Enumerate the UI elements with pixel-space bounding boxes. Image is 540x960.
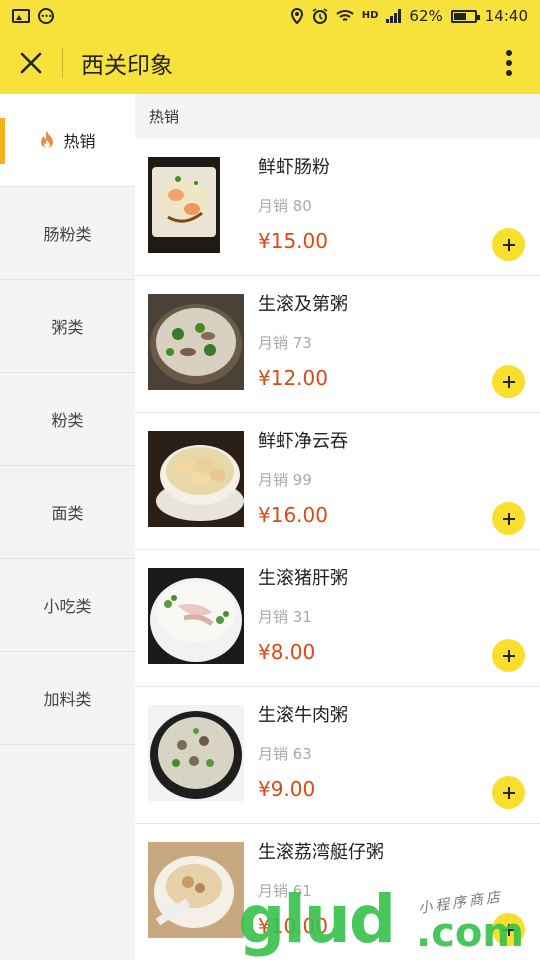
dish-sales: 月销 73 xyxy=(258,334,312,352)
sidebar-item-extras[interactable]: 加料类 xyxy=(0,652,135,745)
sidebar-item-label: 热销 xyxy=(63,132,96,151)
sidebar-item-label: 加料类 xyxy=(43,690,92,709)
battery-percent: 62% xyxy=(409,7,443,25)
add-to-cart-button[interactable] xyxy=(492,502,525,535)
dish-image xyxy=(148,568,244,664)
sidebar-item-rice-noodles[interactable]: 粉类 xyxy=(0,373,135,466)
close-icon xyxy=(20,52,42,74)
alarm-icon xyxy=(312,8,328,24)
sidebar-item-noodles[interactable]: 面类 xyxy=(0,466,135,559)
section-title: 热销 xyxy=(135,94,540,139)
list-item[interactable]: 生滚猪肝粥 月销 31 ¥8.00 xyxy=(135,550,540,687)
dish-price: ¥15.00 xyxy=(258,229,328,253)
sidebar-item-label: 粥类 xyxy=(51,318,84,337)
add-to-cart-button[interactable] xyxy=(492,365,525,398)
app-header: 西关印象 xyxy=(0,32,540,94)
header-divider xyxy=(62,48,63,78)
dish-name: 生滚牛肉粥 xyxy=(258,705,348,726)
sidebar-item-hot[interactable]: 热销 xyxy=(0,94,135,187)
dish-name: 生滚荔湾艇仔粥 xyxy=(258,842,384,863)
list-item[interactable]: 生滚及第粥 月销 73 ¥12.00 xyxy=(135,276,540,413)
dish-sales: 月销 31 xyxy=(258,608,312,626)
dish-sales: 月销 80 xyxy=(258,197,312,215)
list-item[interactable]: 鲜虾净云吞 月销 99 ¥16.00 xyxy=(135,413,540,550)
dish-image xyxy=(148,431,244,527)
sidebar-item-label: 小吃类 xyxy=(43,597,92,616)
plus-icon xyxy=(502,786,515,799)
plus-icon xyxy=(502,649,515,662)
add-to-cart-button[interactable] xyxy=(492,639,525,672)
chat-notification-icon: ••• xyxy=(38,8,54,24)
dish-price: ¥8.00 xyxy=(258,640,316,664)
list-item[interactable]: 生滚牛肉粥 月销 63 ¥9.00 xyxy=(135,687,540,824)
plus-icon xyxy=(502,923,515,936)
close-button[interactable] xyxy=(0,32,62,94)
plus-icon xyxy=(502,512,515,525)
wifi-icon xyxy=(336,9,354,23)
dish-image xyxy=(148,705,244,801)
more-vertical-icon xyxy=(506,50,512,76)
status-bar: ••• HD 62% 14:40 xyxy=(0,0,540,32)
flame-icon xyxy=(39,130,55,150)
dish-name: 鲜虾净云吞 xyxy=(258,431,348,452)
plus-icon xyxy=(502,375,515,388)
dish-image xyxy=(148,157,244,253)
dish-price: ¥16.00 xyxy=(258,503,328,527)
sidebar-item-label: 面类 xyxy=(51,504,84,523)
dish-price: ¥12.00 xyxy=(258,366,328,390)
dish-sales: 月销 63 xyxy=(258,745,312,763)
gallery-notification-icon xyxy=(12,9,30,23)
dish-price: ¥9.00 xyxy=(258,777,316,801)
page-title: 西关印象 xyxy=(81,53,173,79)
dish-name: 生滚及第粥 xyxy=(258,294,348,315)
dish-list-panel[interactable]: 热销 鲜虾肠粉 月销 80 ¥15.00 生滚及第粥 月销 73 ¥12.00 … xyxy=(135,94,540,960)
location-icon xyxy=(290,8,304,24)
add-to-cart-button[interactable] xyxy=(492,913,525,946)
hd-network-icon: HD xyxy=(361,10,379,21)
list-item[interactable]: 生滚荔湾艇仔粥 月销 61 ¥10.00 xyxy=(135,824,540,960)
plus-icon xyxy=(502,238,515,251)
sidebar-item-snacks[interactable]: 小吃类 xyxy=(0,559,135,652)
dish-price: ¥10.00 xyxy=(258,914,328,938)
dish-sales: 月销 61 xyxy=(258,882,312,900)
category-sidebar: 热销 肠粉类 粥类 粉类 面类 小吃类 加料类 xyxy=(0,94,135,960)
add-to-cart-button[interactable] xyxy=(492,228,525,261)
signal-icon xyxy=(386,9,402,23)
sidebar-item-label: 粉类 xyxy=(51,411,84,430)
dish-name: 鲜虾肠粉 xyxy=(258,157,330,178)
add-to-cart-button[interactable] xyxy=(492,776,525,809)
battery-icon xyxy=(450,9,480,23)
list-item[interactable]: 鲜虾肠粉 月销 80 ¥15.00 xyxy=(135,139,540,276)
clock: 14:40 xyxy=(484,7,528,25)
dish-image xyxy=(148,294,244,390)
sidebar-item-rice-rolls[interactable]: 肠粉类 xyxy=(0,187,135,280)
dish-image xyxy=(148,842,244,938)
sidebar-item-label: 肠粉类 xyxy=(43,225,92,244)
more-button[interactable] xyxy=(478,32,540,94)
dish-sales: 月销 99 xyxy=(258,471,312,489)
dish-name: 生滚猪肝粥 xyxy=(258,568,348,589)
sidebar-item-congee[interactable]: 粥类 xyxy=(0,280,135,373)
